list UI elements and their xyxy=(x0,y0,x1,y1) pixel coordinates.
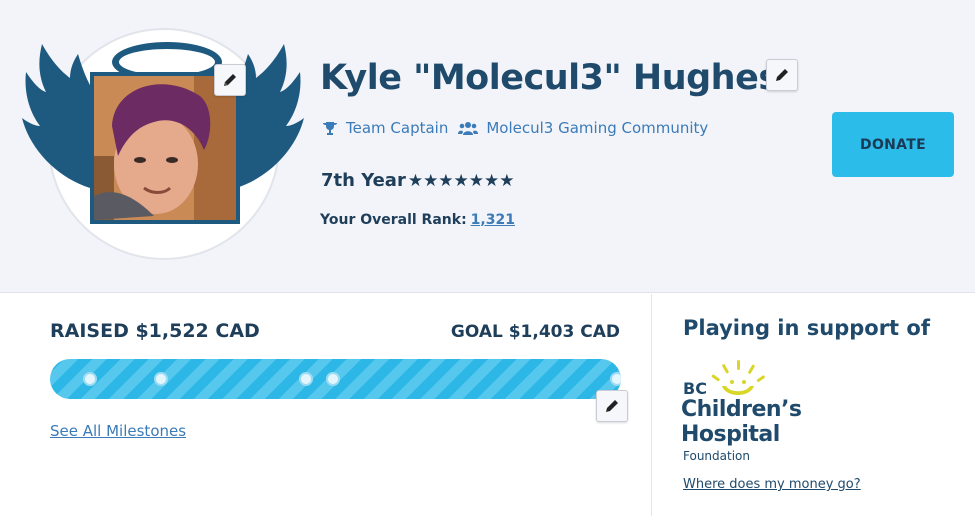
overall-rank: Your Overall Rank: 1,321 xyxy=(320,212,515,228)
rank-link[interactable]: 1,321 xyxy=(471,212,515,228)
avatar-area xyxy=(18,28,318,268)
users-icon xyxy=(458,120,479,136)
team-link[interactable]: Molecul3 Gaming Community xyxy=(486,119,708,137)
milestone-marker[interactable] xyxy=(299,372,313,386)
logo-sun-icon xyxy=(711,360,765,395)
milestone-marker[interactable] xyxy=(154,372,168,386)
logo-line-3: Hospital xyxy=(681,422,780,447)
profile-name: Kyle "Molecul3" Hughes xyxy=(320,58,779,98)
progress-bar xyxy=(50,359,621,399)
logo-line-2: Children’s xyxy=(681,397,802,422)
trophy-icon xyxy=(322,120,338,136)
year-stars: ★★★★★★★ xyxy=(407,170,515,191)
edit-avatar-button[interactable] xyxy=(214,64,246,96)
column-divider xyxy=(651,294,652,516)
milestone-marker[interactable] xyxy=(326,372,340,386)
logo-line-4: Foundation xyxy=(683,449,750,463)
profile-meta: Team Captain Molecul3 Gaming Community xyxy=(322,119,718,137)
milestone-marker[interactable] xyxy=(83,372,97,386)
support-title: Playing in support of xyxy=(683,316,930,340)
profile-header: Kyle "Molecul3" Hughes Team Captain Mole… xyxy=(0,0,975,293)
pencil-icon xyxy=(776,69,788,81)
years-badge: 7th Year ★★★★★★★ xyxy=(321,170,515,191)
rank-label: Your Overall Rank: xyxy=(320,212,467,228)
donate-button[interactable]: DONATE xyxy=(832,112,954,177)
where-money-goes-link[interactable]: Where does my money go? xyxy=(683,477,861,492)
edit-name-button[interactable] xyxy=(766,59,798,91)
pencil-icon xyxy=(606,400,618,412)
edit-goal-button[interactable] xyxy=(596,390,628,422)
role-label: Team Captain xyxy=(346,119,449,137)
years-label: 7th Year xyxy=(321,170,406,191)
see-all-milestones-link[interactable]: See All Milestones xyxy=(50,422,186,440)
pencil-icon xyxy=(224,74,236,86)
milestone-marker[interactable] xyxy=(610,372,621,386)
logo-line-1: BC xyxy=(683,379,707,398)
charity-logo: BC Children’s Hospital Foundation xyxy=(680,358,820,466)
goal-amount: GOAL $1,403 CAD xyxy=(450,322,620,342)
raised-amount: RAISED $1,522 CAD xyxy=(50,320,260,342)
